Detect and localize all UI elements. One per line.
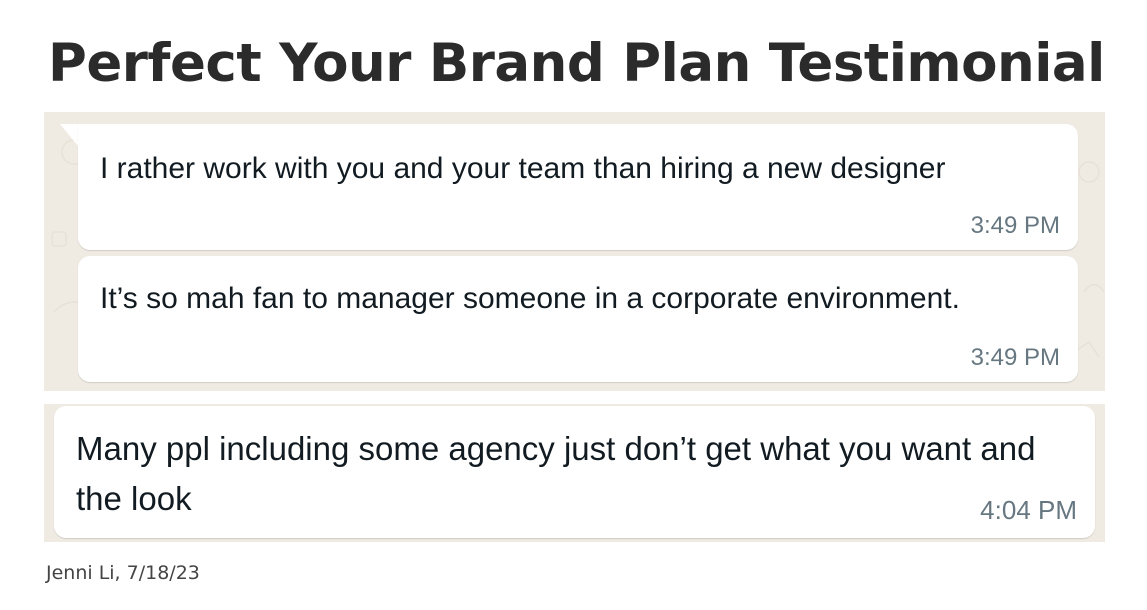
message-bubble: It’s so mah fan to manager someone in a …: [78, 256, 1078, 382]
message-timestamp: 3:49 PM: [970, 344, 1060, 371]
chat-screenshot-1: I rather work with you and your team tha…: [44, 112, 1105, 391]
page-title: Perfect Your Brand Plan Testimonial: [48, 33, 1105, 94]
message-timestamp: 3:49 PM: [970, 212, 1060, 239]
message-text: It’s so mah fan to manager someone in a …: [100, 282, 960, 315]
message-bubble: I rather work with you and your team tha…: [78, 124, 1078, 250]
testimonial-attribution: Jenni Li, 7/18/23: [46, 562, 200, 584]
message-timestamp: 4:04 PM: [980, 495, 1077, 525]
message-text: I rather work with you and your team tha…: [100, 152, 946, 185]
message-bubble: Many ppl including some agency just don’…: [54, 406, 1095, 538]
chat-screenshot-2: Many ppl including some agency just don’…: [44, 404, 1105, 542]
message-text: Many ppl including some agency just don’…: [76, 430, 1036, 517]
message-bubble-tail: [60, 124, 78, 146]
